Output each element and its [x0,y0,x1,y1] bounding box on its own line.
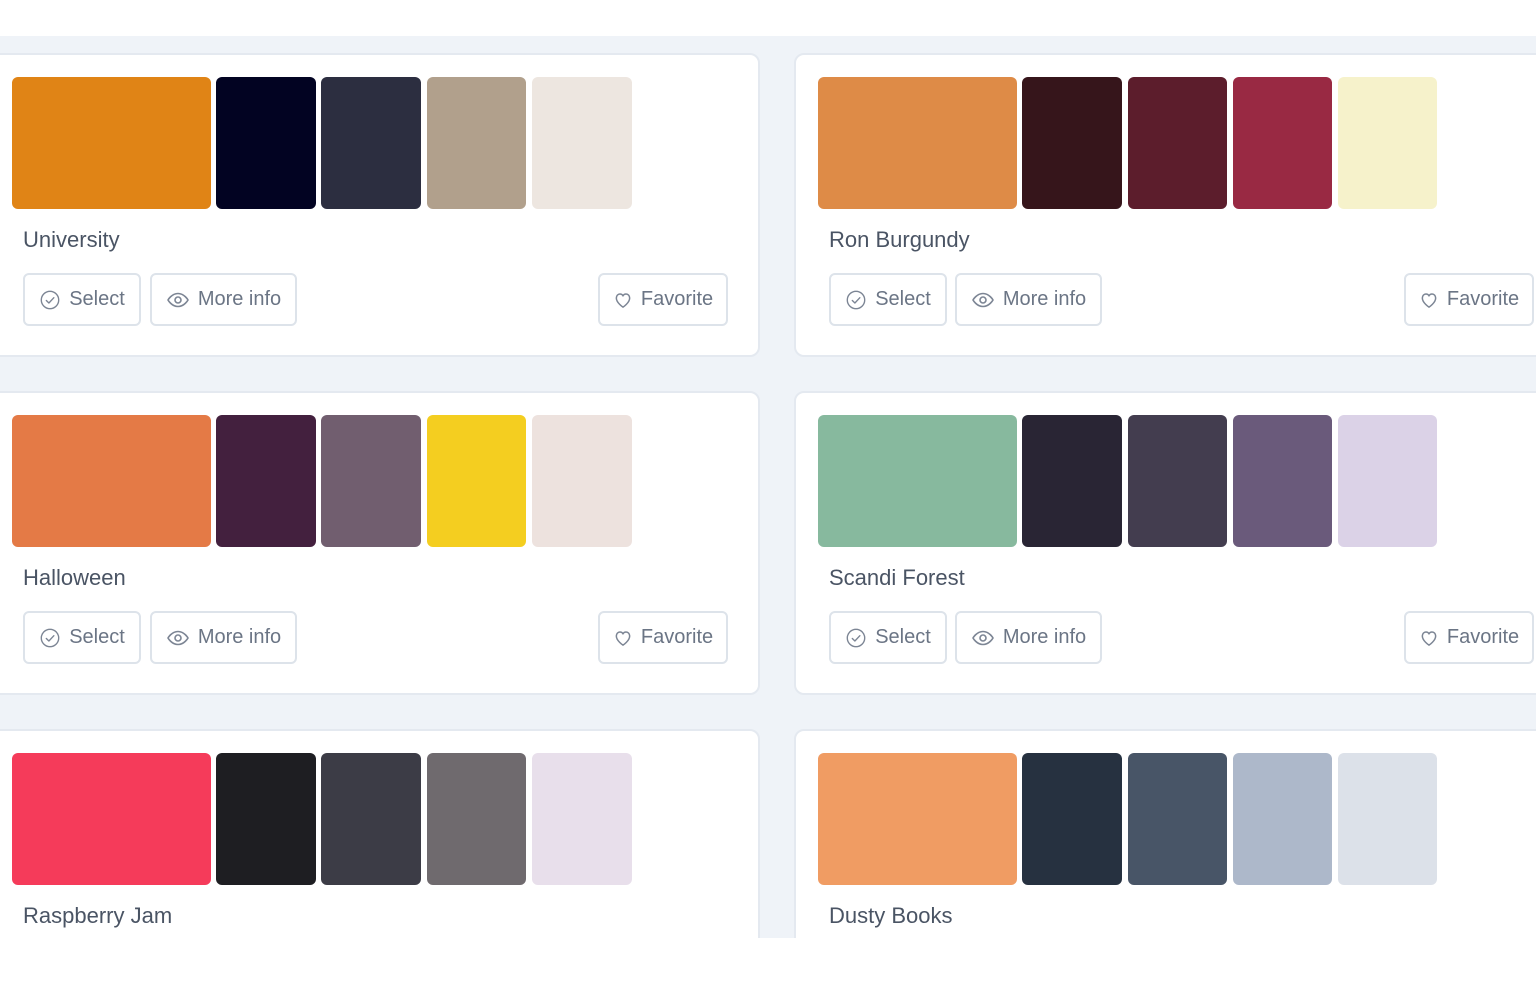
select-button-label: Select [69,626,125,648]
color-swatch[interactable] [427,415,526,547]
color-swatch[interactable] [1338,415,1437,547]
color-swatch[interactable] [1128,77,1227,209]
color-swatch[interactable] [532,753,632,885]
favorite-button[interactable]: Favorite [1404,611,1534,664]
more-info-button-label: More info [1002,626,1087,648]
palette-card: Scandi Forest Select More info Favorite [794,391,1536,695]
color-swatch[interactable] [427,77,526,209]
favorite-button[interactable]: Favorite [598,611,728,664]
favorite-button-label: Favorite [1446,288,1520,310]
palette-card: Raspberry Jam [0,729,760,938]
color-swatch[interactable] [1233,77,1332,209]
select-button-label: Select [875,288,931,310]
more-info-button[interactable]: More info [150,611,297,664]
more-info-button-label: More info [1002,288,1087,310]
color-swatch[interactable] [532,77,632,209]
select-button-label: Select [875,626,931,648]
more-info-button-label: More info [197,626,282,648]
color-swatch[interactable] [1022,77,1122,209]
color-swatch[interactable] [1022,753,1122,885]
favorite-button-label: Favorite [640,626,714,648]
check-circle-icon [40,290,60,309]
eye-icon [972,630,994,645]
palette-name: Ron Burgundy [829,227,970,252]
favorite-button[interactable]: Favorite [598,273,728,326]
select-button[interactable]: Select [829,611,947,664]
palette-card: Dusty Books [794,729,1536,938]
color-swatch[interactable] [216,415,316,547]
palette-card: Halloween Select More info Favorite [0,391,760,695]
color-swatch[interactable] [12,77,211,209]
palette-card: Ron Burgundy Select More info Favorite [794,53,1536,357]
more-info-button-label: More info [197,288,282,310]
more-info-button[interactable]: More info [955,611,1102,664]
eye-icon [972,292,994,307]
select-button[interactable]: Select [23,611,141,664]
favorite-button[interactable]: Favorite [1404,273,1534,326]
palette-name: Scandi Forest [829,565,965,590]
select-button[interactable]: Select [23,273,141,326]
page: University Select More info Favorite Ron… [0,0,1536,998]
color-swatch[interactable] [1022,415,1122,547]
palette-name: Raspberry Jam [23,903,173,928]
palette-name: Halloween [23,565,126,590]
color-swatch[interactable] [818,415,1017,547]
more-info-button[interactable]: More info [150,273,297,326]
heart-icon [1421,630,1437,646]
color-swatch[interactable] [1338,753,1437,885]
palette-name: University [23,227,120,252]
heart-icon [615,630,631,646]
palette-name: Dusty Books [829,903,953,928]
favorite-button-label: Favorite [1446,626,1520,648]
check-circle-icon [846,290,866,309]
color-swatch[interactable] [216,753,316,885]
eye-icon [167,630,189,645]
palette-grid: University Select More info Favorite Ron… [0,36,1536,938]
color-swatch[interactable] [12,753,211,885]
favorite-button-label: Favorite [640,288,714,310]
color-swatch[interactable] [532,415,632,547]
color-swatch[interactable] [321,77,421,209]
color-swatch[interactable] [1338,77,1437,209]
color-swatch[interactable] [1128,415,1227,547]
palette-card: University Select More info Favorite [0,53,760,357]
color-swatch[interactable] [818,753,1017,885]
more-info-button[interactable]: More info [955,273,1102,326]
color-swatch[interactable] [427,753,526,885]
check-circle-icon [40,628,60,647]
color-swatch[interactable] [1233,753,1332,885]
select-button[interactable]: Select [829,273,947,326]
select-button-label: Select [69,288,125,310]
color-swatch[interactable] [818,77,1017,209]
heart-icon [615,292,631,308]
check-circle-icon [846,628,866,647]
color-swatch[interactable] [1128,753,1227,885]
color-swatch[interactable] [321,753,421,885]
heart-icon [1421,292,1437,308]
color-swatch[interactable] [12,415,211,547]
color-swatch[interactable] [1233,415,1332,547]
color-swatch[interactable] [321,415,421,547]
color-swatch[interactable] [216,77,316,209]
eye-icon [167,292,189,307]
